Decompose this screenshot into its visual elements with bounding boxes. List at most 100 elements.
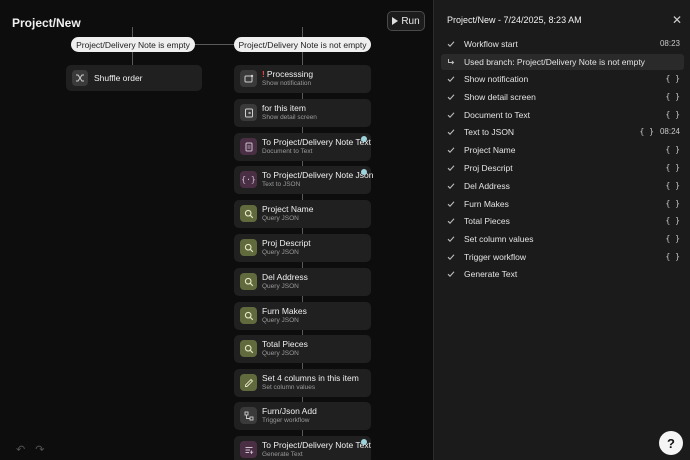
branch-not-empty-label[interactable]: Project/Delivery Note is not empty bbox=[234, 37, 371, 52]
panel-title: Project/New - 7/24/2025, 8:23 AM bbox=[447, 15, 582, 25]
node-title: Proj Descript bbox=[262, 238, 311, 248]
step-row[interactable]: Show notification { } bbox=[441, 71, 684, 87]
check-icon bbox=[447, 235, 455, 243]
node-subtitle: Show detail screen bbox=[262, 114, 317, 121]
step-label: Project Name bbox=[464, 145, 516, 155]
step-row[interactable]: Proj Descript { } bbox=[441, 160, 684, 176]
shuffle-icon bbox=[72, 70, 88, 86]
step-label: Used branch: Project/Delivery Note is no… bbox=[464, 57, 645, 67]
step-row[interactable]: Workflow start 08:23 bbox=[441, 36, 684, 52]
node-title: To Project/Delivery Note Text bbox=[262, 137, 371, 147]
json-braces-icon[interactable]: { } bbox=[666, 234, 680, 243]
step-time: 08:24 bbox=[659, 127, 680, 136]
check-icon bbox=[447, 200, 455, 208]
help-button[interactable]: ? bbox=[659, 431, 683, 455]
node-generate-text[interactable]: To Project/Delivery Note Text Generate T… bbox=[234, 436, 371, 460]
json-braces-icon[interactable]: { } bbox=[666, 145, 680, 154]
branch-empty-label[interactable]: Project/Delivery Note is empty bbox=[71, 37, 195, 52]
status-badge bbox=[361, 136, 367, 142]
check-icon bbox=[447, 270, 455, 278]
step-label: Text to JSON bbox=[464, 127, 515, 137]
check-icon bbox=[447, 40, 455, 48]
step-label: Proj Descript bbox=[464, 163, 513, 173]
search-icon bbox=[240, 239, 257, 256]
step-row[interactable]: Generate Text bbox=[441, 266, 684, 282]
node-title: Furn/Json Add bbox=[262, 406, 317, 416]
node-subtitle: Query JSON bbox=[262, 350, 299, 357]
node-proj-descript[interactable]: Proj Descript Query JSON bbox=[234, 234, 371, 262]
detail-screen-icon bbox=[240, 104, 257, 121]
node-title: Del Address bbox=[262, 272, 308, 282]
step-label: Workflow start bbox=[464, 39, 518, 49]
json-braces-icon[interactable]: { } bbox=[666, 199, 680, 208]
node-show-detail-screen[interactable]: for this item Show detail screen bbox=[234, 99, 371, 127]
json-braces-icon[interactable]: { } bbox=[666, 110, 680, 119]
check-icon bbox=[447, 146, 455, 154]
check-icon bbox=[447, 75, 455, 83]
node-subtitle: Query JSON bbox=[262, 249, 299, 256]
search-icon bbox=[240, 205, 257, 222]
notification-icon bbox=[240, 70, 257, 87]
step-row-branch[interactable]: Used branch: Project/Delivery Note is no… bbox=[441, 54, 684, 70]
check-icon bbox=[447, 164, 455, 172]
json-braces-icon[interactable]: { } bbox=[666, 74, 680, 83]
redo-icon[interactable]: ↷ bbox=[35, 443, 44, 456]
json-braces-icon[interactable]: { } bbox=[666, 92, 680, 101]
check-icon bbox=[447, 253, 455, 261]
step-label: Generate Text bbox=[464, 269, 518, 279]
search-icon bbox=[240, 273, 257, 290]
node-title: To Project/Delivery Note Text bbox=[262, 440, 371, 450]
branch-icon bbox=[447, 58, 455, 66]
node-subtitle: Query JSON bbox=[262, 215, 299, 222]
json-braces-icon[interactable]: { } bbox=[640, 127, 654, 136]
run-button[interactable]: Run bbox=[387, 11, 425, 31]
json-braces-icon[interactable]: { } bbox=[666, 216, 680, 225]
json-braces-icon[interactable]: { } bbox=[666, 252, 680, 261]
step-label: Trigger workflow bbox=[464, 252, 527, 262]
step-row[interactable]: Set column values { } bbox=[441, 231, 684, 247]
node-trigger-workflow[interactable]: Furn/Json Add Trigger workflow bbox=[234, 402, 371, 430]
step-row[interactable]: Project Name { } bbox=[441, 142, 684, 158]
warning-icon: ! bbox=[262, 69, 265, 79]
step-row[interactable]: Furn Makes { } bbox=[441, 196, 684, 212]
step-row[interactable]: Show detail screen { } bbox=[441, 89, 684, 105]
json-braces-icon[interactable]: { } bbox=[666, 181, 680, 190]
step-row[interactable]: Del Address { } bbox=[441, 178, 684, 194]
workflow-canvas[interactable]: Project/New Run Project/Delivery Note is… bbox=[0, 0, 433, 460]
node-show-notification[interactable]: ! Processsing Show notification bbox=[234, 65, 371, 93]
step-row[interactable]: Text to JSON { } 08:24 bbox=[441, 124, 684, 140]
node-title: Furn Makes bbox=[262, 306, 307, 316]
json-icon: {·} bbox=[240, 171, 257, 188]
node-subtitle: Document to Text bbox=[262, 148, 313, 155]
json-braces-icon[interactable]: { } bbox=[666, 163, 680, 172]
edit-columns-icon bbox=[240, 374, 257, 391]
node-subtitle: Query JSON bbox=[262, 317, 299, 324]
node-subtitle: Text to JSON bbox=[262, 181, 301, 188]
check-icon bbox=[447, 182, 455, 190]
node-title: Total Pieces bbox=[262, 339, 308, 349]
document-icon bbox=[240, 138, 257, 155]
step-row[interactable]: Trigger workflow { } bbox=[441, 249, 684, 265]
check-icon bbox=[447, 217, 455, 225]
node-subtitle: Trigger workflow bbox=[262, 417, 310, 424]
step-row[interactable]: Document to Text { } bbox=[441, 107, 684, 123]
close-icon[interactable]: ✕ bbox=[672, 13, 682, 27]
node-total-pieces[interactable]: Total Pieces Query JSON bbox=[234, 335, 371, 363]
node-shuffle-order[interactable]: Shuffle order bbox=[66, 65, 202, 91]
check-icon bbox=[447, 128, 455, 136]
play-icon bbox=[392, 17, 399, 25]
undo-icon[interactable]: ↶ bbox=[16, 443, 25, 456]
check-icon bbox=[447, 93, 455, 101]
generate-text-icon bbox=[240, 441, 257, 458]
node-project-name[interactable]: Project Name Query JSON bbox=[234, 200, 371, 228]
node-text-to-json[interactable]: {·} To Project/Delivery Note Json Text t… bbox=[234, 166, 374, 194]
node-subtitle: Generate Text bbox=[262, 451, 303, 458]
node-document-to-text[interactable]: To Project/Delivery Note Text Document t… bbox=[234, 133, 371, 161]
step-label: Show detail screen bbox=[464, 92, 536, 102]
node-del-address[interactable]: Del Address Query JSON bbox=[234, 268, 371, 296]
node-title: for this item bbox=[262, 103, 306, 113]
step-row[interactable]: Total Pieces { } bbox=[441, 213, 684, 229]
node-set-column-values[interactable]: Set 4 columns in this item Set column va… bbox=[234, 369, 371, 397]
node-title: ! Processsing bbox=[262, 69, 314, 79]
node-furn-makes[interactable]: Furn Makes Query JSON bbox=[234, 302, 371, 330]
